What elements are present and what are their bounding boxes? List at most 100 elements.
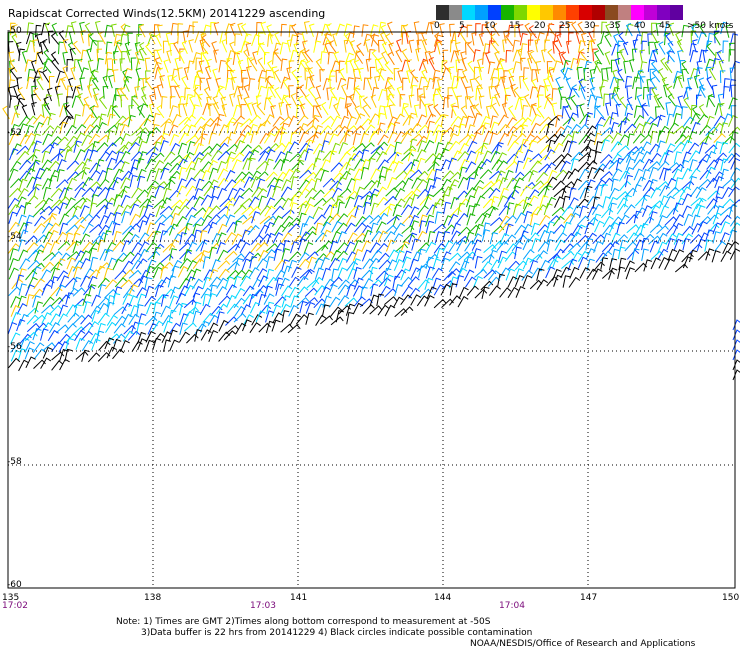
wind-barb: [75, 337, 85, 350]
wind-barb: [108, 74, 114, 89]
wind-barb: [706, 76, 714, 90]
wind-barb: [728, 115, 738, 127]
wind-barb: [131, 187, 143, 199]
time-label-1703: 17:03: [250, 601, 276, 611]
wind-barb: [273, 69, 281, 83]
wind-barb: [227, 261, 240, 271]
wind-barb: [88, 162, 101, 174]
wind-barb: [393, 67, 400, 81]
wind-barb: [433, 103, 442, 118]
wind-barb: [393, 180, 407, 190]
wind-barb: [160, 253, 174, 263]
lon-label-144: 144: [434, 593, 452, 603]
wind-barb: [587, 166, 597, 179]
wind-barb: [314, 222, 323, 236]
wind-barb: [560, 125, 572, 137]
wind-barb: [59, 358, 70, 371]
wind-barb: [48, 76, 55, 89]
wind-barb: [648, 41, 654, 55]
wind-barb: [121, 240, 132, 253]
wind-barb: [241, 205, 255, 215]
wind-barb: [264, 158, 274, 171]
wind-barb: [498, 177, 508, 190]
wind-barb: [218, 124, 229, 136]
wind-barb: [728, 229, 738, 242]
wind-barbs-layer: [2, 20, 740, 381]
wind-barb: [175, 292, 187, 305]
wind-barb: [263, 114, 275, 126]
wind-barb: [96, 121, 107, 134]
wind-barb: [89, 256, 98, 270]
wind-barb: [208, 132, 217, 145]
wind-barb: [33, 359, 46, 369]
wind-barb: [31, 288, 44, 300]
wind-barb: [649, 223, 663, 233]
wind-barb: [401, 48, 410, 62]
wind-barb: [673, 151, 682, 164]
wind-barb: [680, 125, 692, 138]
wind-barb: [514, 132, 527, 143]
legend-swatch: [553, 5, 566, 20]
legend-label: 5: [459, 21, 465, 31]
wind-barb: [672, 105, 682, 118]
wind-barb: [97, 351, 111, 362]
wind-barb: [457, 176, 469, 189]
lat-label-58: -58: [7, 457, 22, 467]
wind-barb: [416, 230, 427, 243]
wind-barb: [562, 221, 572, 234]
wind-barb: [208, 214, 221, 225]
wind-barb: [383, 274, 394, 287]
wind-barb: [478, 66, 484, 81]
wind-barb: [720, 168, 729, 182]
wind-barb: [224, 179, 237, 190]
wind-barb: [642, 205, 653, 217]
wind-barb: [732, 339, 740, 351]
wind-barb: [568, 140, 577, 153]
wind-barb: [450, 196, 460, 210]
legend-label: 15: [509, 21, 521, 31]
wind-barb: [633, 168, 644, 181]
wind-barb: [217, 260, 231, 270]
wind-barb: [362, 96, 372, 110]
wind-barb: [240, 104, 246, 117]
wind-barb: [476, 58, 483, 72]
wind-barb: [243, 84, 250, 98]
wind-barb: [591, 203, 603, 216]
wind-barb: [424, 193, 434, 206]
wind-barb: [163, 151, 176, 162]
wind-barb: [252, 51, 258, 65]
wind-barb: [657, 96, 665, 110]
wind-barb: [623, 60, 629, 74]
wind-barb: [257, 195, 267, 208]
wind-barb: [605, 102, 611, 116]
note-line-1: Note: 1) Times are GMT 2)Times along bot…: [116, 617, 491, 627]
wind-barb: [296, 275, 309, 287]
wind-barb: [378, 68, 387, 82]
wind-barb: [366, 76, 373, 91]
wind-barb: [394, 308, 408, 318]
wind-barb: [105, 279, 118, 290]
wind-barb: [593, 150, 602, 164]
wind-barb: [567, 168, 580, 180]
wind-barb: [467, 140, 478, 153]
wind-barb: [624, 174, 633, 188]
wind-barb: [368, 113, 380, 125]
wind-barb: [624, 112, 633, 125]
wind-barb: [32, 207, 46, 218]
wind-barb: [112, 159, 125, 170]
wind-barb: [642, 216, 655, 228]
wind-barb: [732, 319, 740, 331]
wind-barb: [546, 239, 555, 252]
wind-barb: [298, 179, 311, 191]
wind-barb: [289, 313, 301, 325]
wind-barb: [528, 169, 538, 182]
wind-barb: [448, 241, 461, 253]
wind-barb: [81, 134, 93, 146]
wind-barb: [33, 278, 45, 290]
wind-barb: [521, 223, 533, 236]
wind-barb: [689, 49, 699, 63]
wind-barb: [397, 69, 403, 84]
wind-barb: [136, 293, 147, 306]
wind-barb: [216, 241, 226, 254]
wind-barb: [364, 39, 371, 53]
